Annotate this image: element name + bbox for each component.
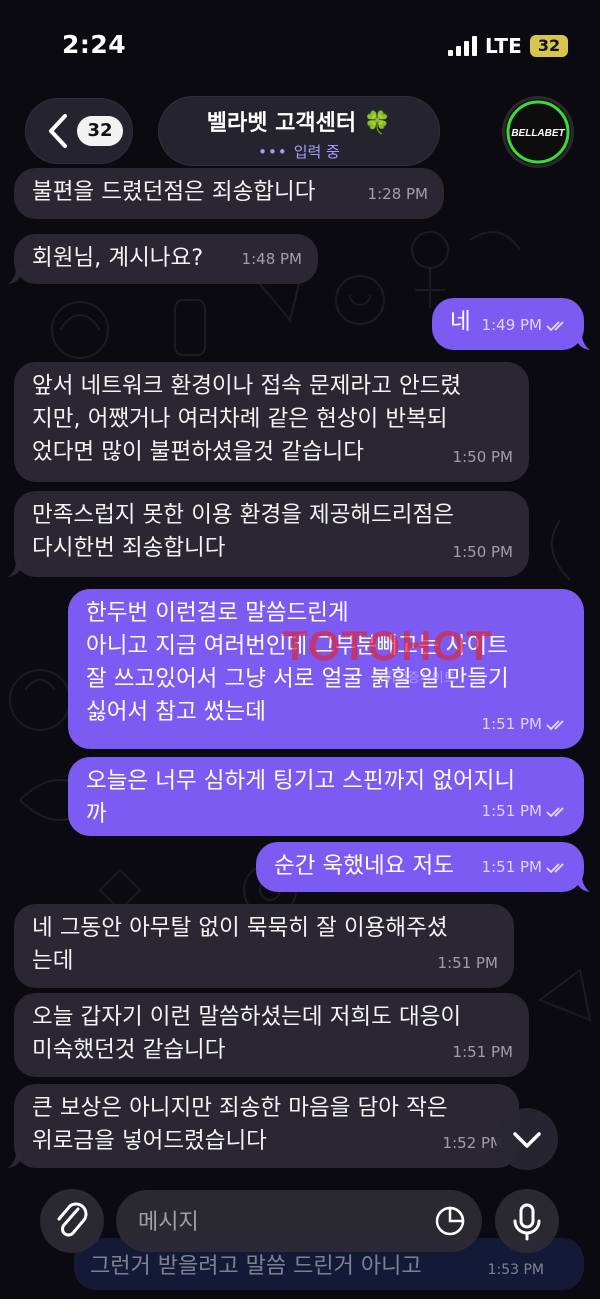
attach-button[interactable] (40, 1189, 104, 1253)
chat-title-bar[interactable]: 벨라벳 고객센터 🍀 ••• 입력 중 (158, 96, 440, 166)
status-time: 2:24 (62, 30, 127, 59)
message-incoming: 앞서 네트워크 환경이나 접속 문제라고 안드렸 지만, 어쨌거나 여러차례 같… (14, 362, 529, 482)
message-text: 네 그동안 아무탈 없이 묵묵히 잘 이용해주셨 는데 (32, 915, 448, 974)
bellabet-logo: BELLABET (506, 100, 570, 164)
message-text: 앞서 네트워크 환경이나 접속 문제라고 안드렸 지만, 어쨌거나 여러차례 같… (32, 373, 462, 465)
typing-label: 입력 중 (293, 143, 340, 161)
message-time: 1:52 PM (442, 1134, 503, 1152)
message-outgoing: 순간 욱했네요 저도 1:51 PM (256, 842, 590, 892)
watermark-logo: TOTOHOT (282, 622, 493, 669)
bubble-tail (576, 876, 590, 892)
status-bar: 2:24 LTE 32 (0, 0, 600, 90)
paperclip-icon (57, 1202, 88, 1237)
bubble-tail (8, 268, 22, 284)
unread-count-badge: 32 (77, 116, 123, 146)
message-time: 1:51 PM (437, 954, 498, 972)
message-time: 1:51 PM (481, 858, 542, 876)
chat-title: 벨라벳 고객센터 🍀 (206, 111, 392, 136)
message-time: 1:48 PM (241, 250, 302, 268)
message-time: 1:50 PM (452, 448, 513, 466)
message-text: 오늘 갑자기 이런 말씀하셨는데 저희도 대응이 미숙했던것 같습니다 (32, 1004, 462, 1063)
message-incoming: 오늘 갑자기 이런 말씀하셨는데 저희도 대응이 미숙했던것 같습니다 1:51… (14, 993, 529, 1077)
message-text: 큰 보상은 아니지만 죄송한 마음을 담아 작은 위로금을 넣어드렸습니다 (32, 1095, 448, 1154)
message-time: 1:51 PM (481, 715, 542, 733)
ghost-message-time: 1:53 PM (487, 1262, 544, 1278)
network-label: LTE (485, 34, 522, 58)
typing-status: ••• 입력 중 (158, 141, 440, 162)
bubble-tail (576, 334, 590, 350)
avatar[interactable]: BELLABET (505, 99, 571, 165)
message-outgoing: 네 1:49 PM (432, 298, 590, 350)
sticker-icon[interactable] (434, 1205, 466, 1237)
battery-indicator: 32 (530, 35, 568, 57)
scroll-to-bottom-button[interactable] (496, 1108, 558, 1170)
bubble-tail (8, 561, 22, 577)
chevron-down-icon (513, 1132, 541, 1148)
message-time: 1:49 PM (481, 316, 542, 334)
svg-text:BELLABET: BELLABET (511, 128, 565, 139)
double-check-icon (546, 806, 564, 817)
message-text: 만족스럽지 못한 이용 환경을 제공해드리점은 다시한번 죄송합니다 (32, 502, 454, 561)
message-status: 1:51 PM (482, 708, 568, 741)
message-outgoing: 오늘은 너무 심하게 팅기고 스핀까지 없어지니 까 1:51 PM (68, 757, 584, 836)
double-check-icon (546, 862, 564, 873)
message-input-field[interactable] (116, 1190, 482, 1254)
message-incoming: 회원님, 계시나요? 1:48 PM (8, 234, 318, 284)
message-time: 1:28 PM (367, 185, 428, 203)
double-check-icon (546, 320, 564, 331)
message-time: 1:50 PM (452, 543, 513, 561)
microphone-button[interactable] (495, 1189, 559, 1253)
chevron-left-icon (49, 114, 67, 148)
message-status: 1:51 PM (482, 851, 568, 884)
message-status: 1:49 PM (482, 309, 568, 342)
typing-dots-icon: ••• (258, 143, 288, 161)
message-incoming: 큰 보상은 아니지만 죄송한 마음을 담아 작은 위로금을 넣어드렸습니다 1:… (8, 1084, 519, 1168)
message-incoming: 만족스럽지 못한 이용 환경을 제공해드리점은 다시한번 죄송합니다 1:50 … (8, 491, 529, 577)
back-button[interactable]: 32 (25, 98, 133, 164)
message-time: 1:51 PM (481, 802, 542, 820)
message-incoming: 네 그동안 아무탈 없이 묵묵히 잘 이용해주셨 는데 1:51 PM (14, 904, 514, 988)
message-incoming: 불편을 드렸던점은 죄송합니다 1:28 PM (14, 168, 444, 219)
message-time: 1:51 PM (452, 1043, 513, 1061)
microphone-icon (513, 1203, 541, 1241)
message-input[interactable] (136, 1190, 420, 1254)
bubble-tail (8, 1152, 22, 1168)
watermark-subtext: 먹튀검증사이트 (372, 671, 456, 686)
double-check-icon (546, 719, 564, 730)
message-status: 1:51 PM (482, 795, 568, 828)
signal-icon (448, 36, 477, 56)
